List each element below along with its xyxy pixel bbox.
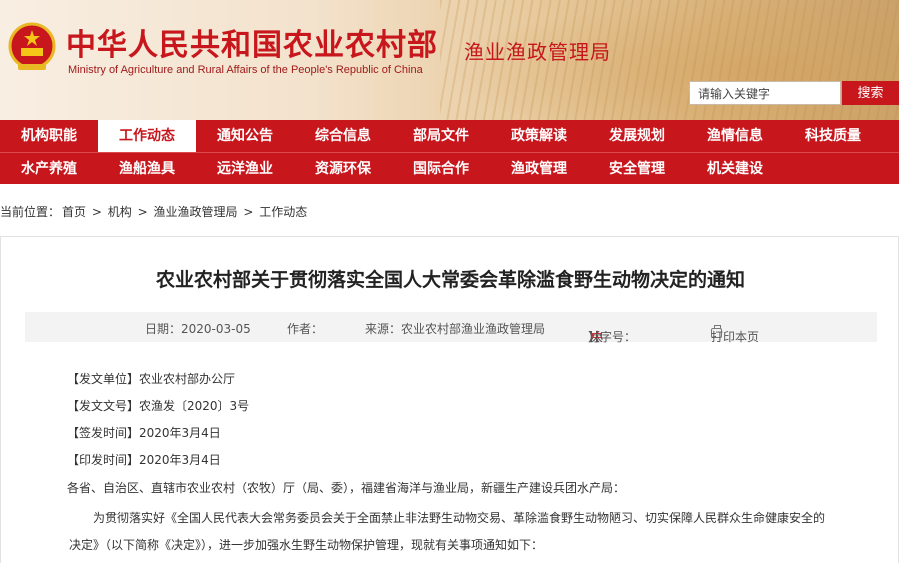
field-issuing-unit: 【发文单位】农业农村部办公厅: [67, 372, 236, 386]
breadcrumb-bureau[interactable]: 渔业渔政管理局: [153, 205, 237, 219]
nav-row-2: 水产养殖 渔船渔具 远洋渔业 资源环保 国际合作 渔政管理 安全管理 机关建设: [0, 152, 899, 184]
nav-item-resources-environment[interactable]: 资源环保: [294, 153, 392, 185]
nav-item-international[interactable]: 国际合作: [392, 153, 490, 185]
main-nav: 机构职能 工作动态 通知公告 综合信息 部局文件 政策解读 发展规划 渔情信息 …: [0, 120, 899, 184]
breadcrumb-separator: >: [243, 205, 254, 219]
nav-item-safety[interactable]: 安全管理: [588, 153, 686, 185]
nav-item-aquaculture[interactable]: 水产养殖: [0, 153, 98, 185]
publish-date: 日期：2020-03-05: [145, 322, 251, 336]
author: 作者：: [287, 322, 324, 336]
print-label: 打印本页: [711, 330, 760, 344]
breadcrumb-separator: >: [137, 205, 148, 219]
nav-item-development-planning[interactable]: 发展规划: [588, 120, 686, 152]
field-document-number: 【发文文号】农渔发〔2020〕3号: [67, 399, 250, 413]
nav-item-agency-functions[interactable]: 机构职能: [0, 120, 98, 152]
nav-item-documents[interactable]: 部局文件: [392, 120, 490, 152]
article-title: 农业农村部关于贯彻落实全国人大常委会革除滥食野生动物决定的通知: [155, 269, 745, 291]
search-button[interactable]: 搜索: [842, 81, 899, 105]
site-title-english: Ministry of Agriculture and Rural Affair…: [68, 64, 423, 76]
nav-row-1: 机构职能 工作动态 通知公告 综合信息 部局文件 政策解读 发展规划 渔情信息 …: [0, 120, 899, 152]
breadcrumb-agency[interactable]: 机构: [108, 205, 132, 219]
breadcrumb-separator: >: [91, 205, 102, 219]
article-meta-bar: 日期：2020-03-05 作者： 来源：农业农村部渔业渔政管理局 【字号：大中…: [25, 312, 877, 344]
nav-item-office-building[interactable]: 机关建设: [686, 153, 784, 185]
article-addressee: 各省、自治区、直辖市农业农村（农牧）厅（局、委），福建省海洋与渔业局，新疆生产建…: [67, 481, 626, 495]
bureau-name: 渔业渔政管理局: [464, 40, 611, 64]
paragraph-line-1: 为贯彻落实好《全国人民代表大会常务委员会关于全面禁止非法野生动物交易、革除滥食野…: [93, 511, 826, 525]
nav-item-distant-water[interactable]: 远洋渔业: [196, 153, 294, 185]
breadcrumb-work-news[interactable]: 工作动态: [259, 205, 307, 219]
font-size-suffix: 】: [588, 330, 601, 344]
nav-item-fishery-admin[interactable]: 渔政管理: [490, 153, 588, 185]
site-banner: 中华人民共和国农业农村部 Ministry of Agriculture and…: [0, 0, 899, 120]
site-title: 中华人民共和国农业农村部: [66, 28, 438, 63]
article-paragraph: 为贯彻落实好《全国人民代表大会常务委员会关于全面禁止非法野生动物交易、革除滥食野…: [69, 505, 833, 559]
nav-item-science-quality[interactable]: 科技质量: [784, 120, 882, 152]
search-input[interactable]: [689, 81, 841, 105]
nav-item-fishing-vessels[interactable]: 渔船渔具: [98, 153, 196, 185]
nav-item-general-info[interactable]: 综合信息: [294, 120, 392, 152]
nav-item-announcements[interactable]: 通知公告: [196, 120, 294, 152]
nav-item-fishery-info[interactable]: 渔情信息: [686, 120, 784, 152]
field-printed-date: 【印发时间】2020年3月4日: [67, 453, 221, 467]
nav-item-work-news[interactable]: 工作动态: [98, 120, 196, 152]
field-signed-date: 【签发时间】2020年3月4日: [67, 426, 221, 440]
breadcrumb-home[interactable]: 首页: [62, 205, 86, 219]
national-emblem-icon: [8, 22, 56, 70]
article-container: 农业农村部关于贯彻落实全国人大常委会革除滥食野生动物决定的通知 日期：2020-…: [0, 236, 899, 563]
source: 来源：农业农村部渔业渔政管理局: [365, 322, 546, 336]
breadcrumb: 当前位置： 首页 > 机构 > 渔业渔政管理局 > 工作动态: [0, 203, 309, 220]
nav-item-policy-interpretation[interactable]: 政策解读: [490, 120, 588, 152]
article-fields: 【发文单位】农业农村部办公厅 【发文文号】农渔发〔2020〕3号 【签发时间】2…: [67, 371, 847, 479]
breadcrumb-prefix: 当前位置：: [0, 205, 61, 219]
paragraph-line-2: 决定》（以下简称《决定》），进一步加强水生野生动物保护管理，现就有关事项通知如下…: [69, 538, 544, 552]
